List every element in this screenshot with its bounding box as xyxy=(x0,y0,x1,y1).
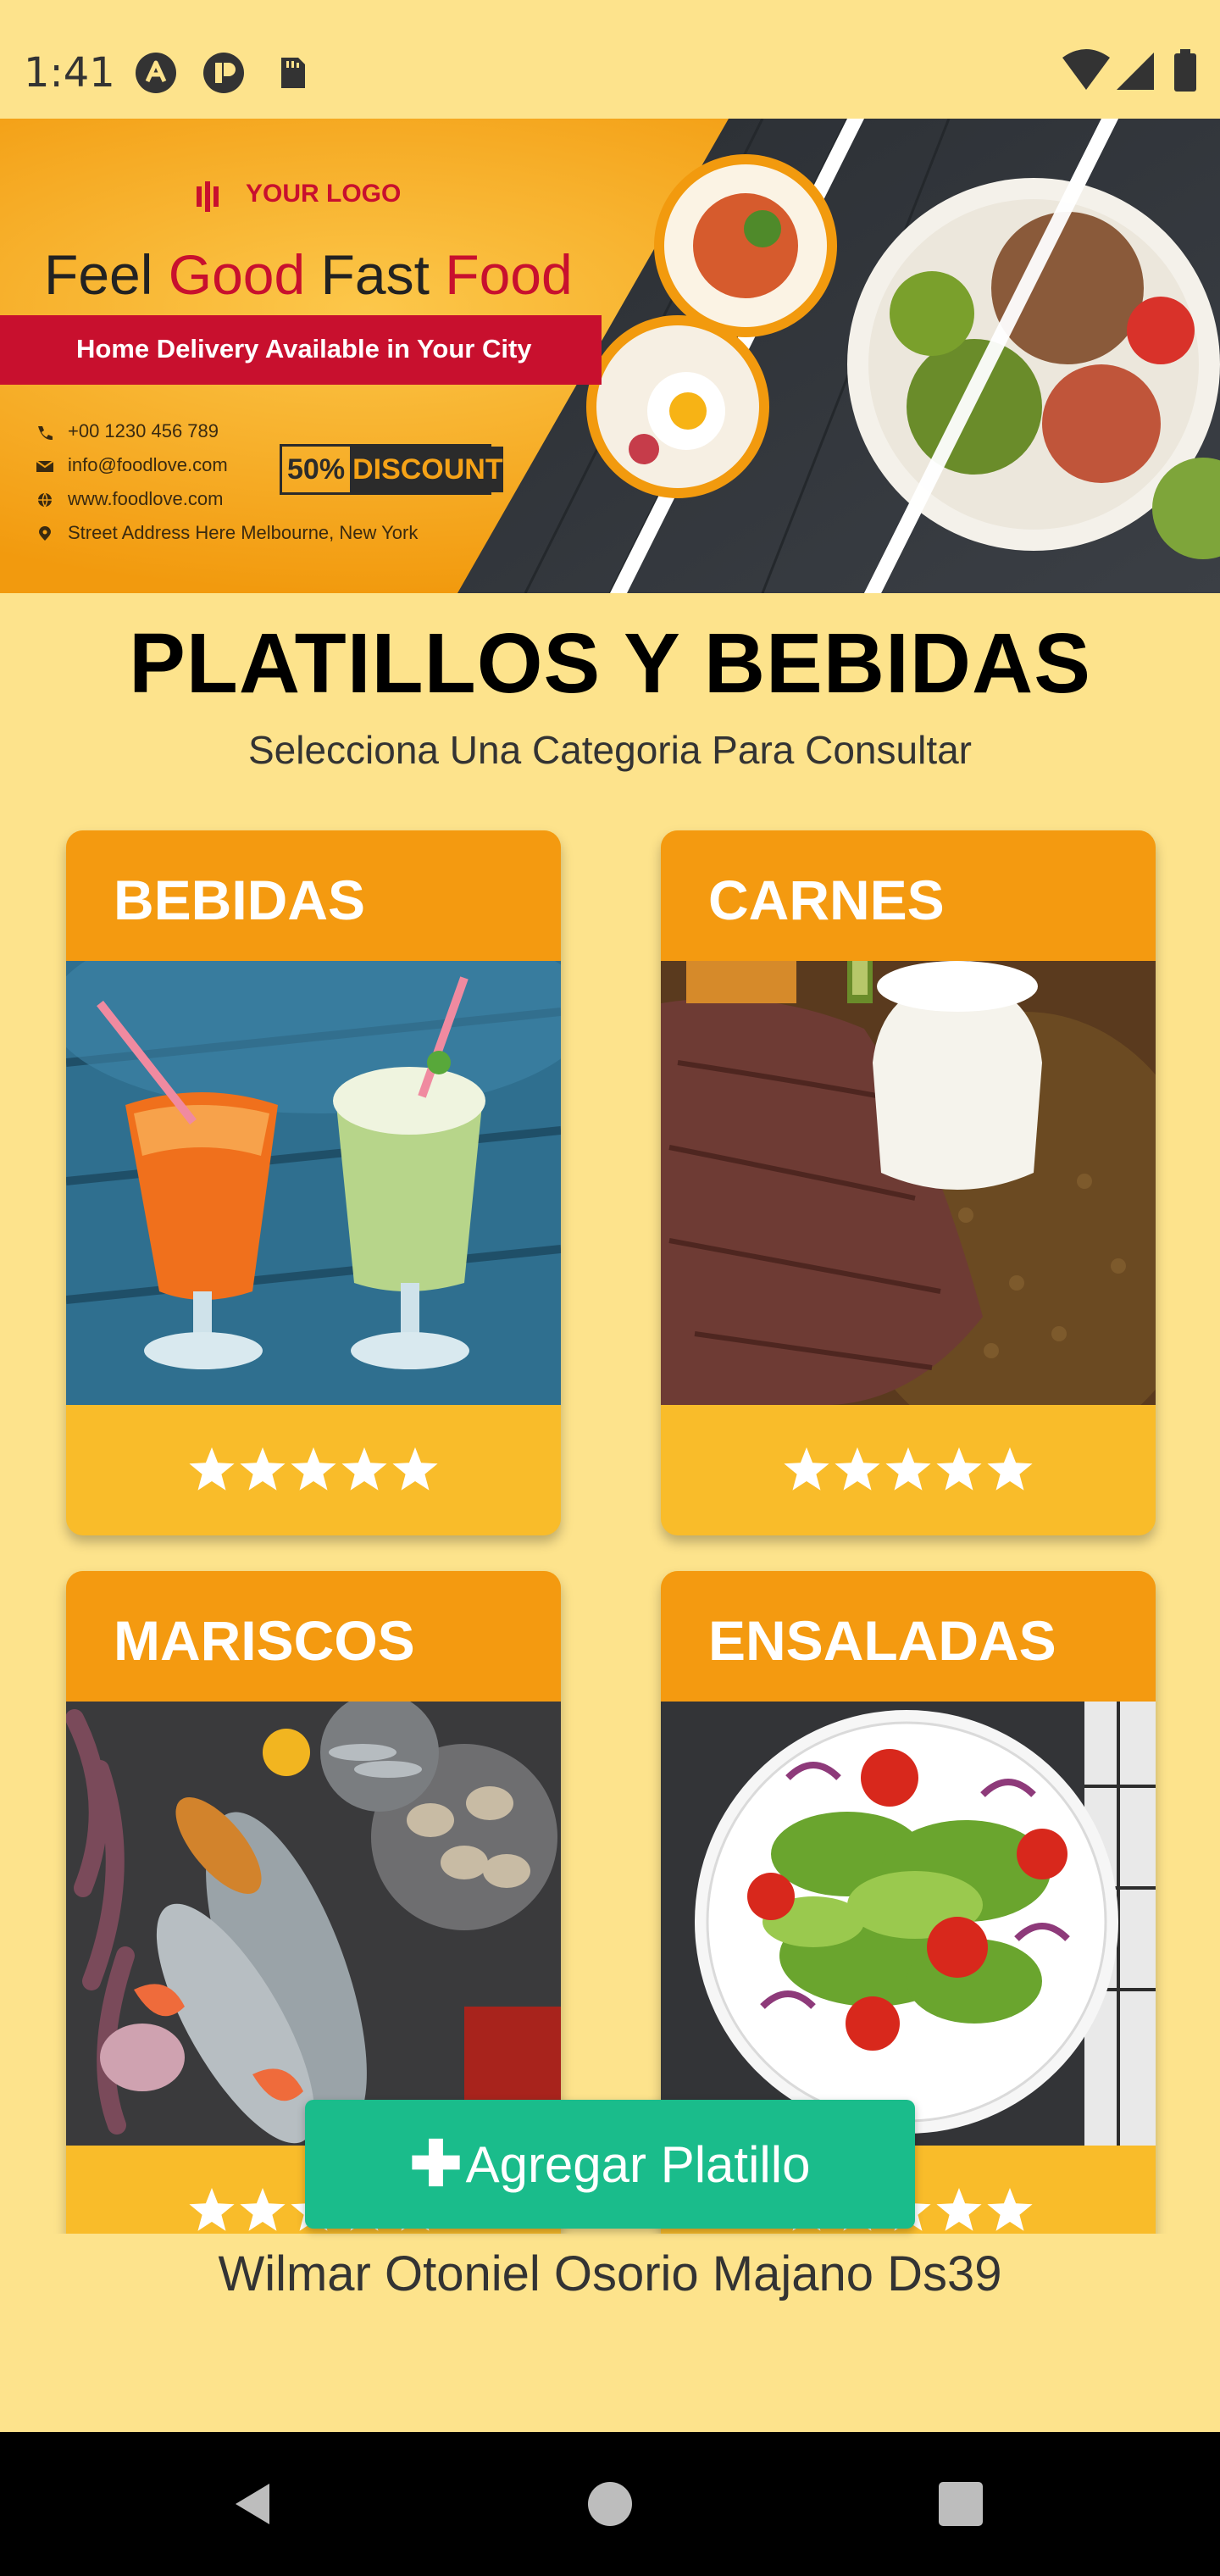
plus-icon: ✚ xyxy=(409,2129,463,2199)
star-icon xyxy=(835,1447,880,1491)
headline-word: Fast xyxy=(320,243,430,306)
contact-address: Street Address Here Melbourne, New York xyxy=(36,522,418,544)
back-button[interactable] xyxy=(186,2432,322,2576)
card-header: ENSALADAS xyxy=(661,1571,1156,1702)
star-icon xyxy=(189,2188,235,2231)
rating-stars xyxy=(189,1447,438,1491)
card-rating xyxy=(661,1405,1156,1535)
promo-banner: YOUR LOGO Feel Good Fast Food Home Deliv… xyxy=(0,119,1220,593)
star-icon xyxy=(987,1447,1033,1491)
contact-text: www.foodlove.com xyxy=(68,488,224,509)
system-nav-bar xyxy=(0,2432,1220,2576)
star-icon xyxy=(189,1447,235,1491)
contact-text: +00 1230 456 789 xyxy=(68,420,219,441)
location-icon xyxy=(39,526,51,541)
page-subtitle: Selecciona Una Categoria Para Consultar xyxy=(247,728,973,772)
banner-logo-text: YOUR LOGO xyxy=(246,180,402,208)
meat-photo xyxy=(661,961,1156,1405)
mail-icon xyxy=(36,460,54,473)
contact-web: www.foodlove.com xyxy=(36,488,223,510)
discount-percent: 50% xyxy=(282,447,353,492)
headline-word: Good xyxy=(168,243,306,306)
card-title: BEBIDAS xyxy=(114,869,366,931)
card-title: ENSALADAS xyxy=(708,1609,1056,1672)
play-protect-icon xyxy=(203,53,244,93)
contact-email: info@foodlove.com xyxy=(36,454,228,476)
headline-word: Food xyxy=(445,243,573,306)
rating-stars xyxy=(784,1447,1033,1491)
card-header: MARISCOS xyxy=(66,1571,561,1702)
card-header: CARNES xyxy=(661,830,1156,961)
contact-text: info@foodlove.com xyxy=(68,454,228,475)
card-title: CARNES xyxy=(708,869,945,931)
star-icon xyxy=(291,1447,336,1491)
star-icon xyxy=(784,1447,829,1491)
discount-badge: 50% DISCOUNT xyxy=(280,444,503,495)
star-icon xyxy=(987,2188,1033,2231)
recents-button[interactable] xyxy=(893,2432,1029,2576)
banner-headline: Feel Good Fast Food xyxy=(44,242,573,307)
category-card-bebidas[interactable]: BEBIDAS xyxy=(66,830,561,1535)
phone-icon xyxy=(38,426,53,441)
globe-icon xyxy=(38,492,52,508)
category-card-carnes[interactable]: CARNES xyxy=(661,830,1156,1535)
signal-icon xyxy=(1117,53,1154,90)
card-title: MARISCOS xyxy=(114,1609,415,1672)
seafood-photo xyxy=(66,1702,561,2146)
contact-phone: +00 1230 456 789 xyxy=(36,420,219,442)
add-dish-button[interactable]: ✚ Agregar Platillo xyxy=(305,2100,915,2229)
card-header: BEBIDAS xyxy=(66,830,561,961)
star-icon xyxy=(936,2188,982,2231)
author-name: Wilmar Otoniel Osorio Majano Ds39 xyxy=(218,2246,1002,2301)
back-icon xyxy=(236,2484,269,2524)
status-time: 1:41 xyxy=(24,49,115,97)
battery-icon xyxy=(1174,49,1196,92)
salad-photo xyxy=(661,1702,1156,2146)
ribbon-text: Home Delivery Available in Your City xyxy=(76,334,532,364)
wifi-icon xyxy=(1062,49,1110,90)
star-icon xyxy=(240,2188,286,2231)
card-rating xyxy=(66,1405,561,1535)
home-icon xyxy=(588,2482,632,2526)
star-icon xyxy=(885,1447,931,1491)
home-button[interactable] xyxy=(542,2432,678,2576)
status-bar: 1:41 xyxy=(0,0,1220,119)
star-icon xyxy=(936,1447,982,1491)
star-icon xyxy=(392,1447,438,1491)
discount-label: DISCOUNT xyxy=(352,447,503,492)
headline-word: Feel xyxy=(44,243,153,306)
sd-card-icon xyxy=(281,58,305,88)
star-icon xyxy=(341,1447,387,1491)
add-dish-label: Agregar Platillo xyxy=(465,2135,811,2193)
page-title: PLATILLOS Y BEBIDAS xyxy=(129,616,1091,711)
star-icon xyxy=(240,1447,286,1491)
recents-icon xyxy=(939,2482,983,2526)
contact-text: Street Address Here Melbourne, New York xyxy=(68,522,419,543)
a-circle-icon xyxy=(136,53,176,93)
drinks-photo xyxy=(66,961,561,1405)
